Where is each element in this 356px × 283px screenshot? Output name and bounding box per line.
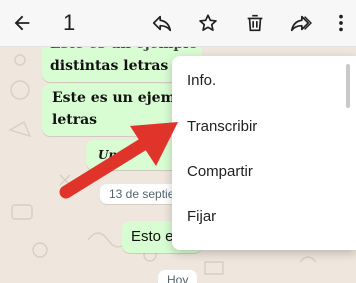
- overflow-menu: Info. Transcribir Compartir Fijar: [172, 56, 356, 250]
- more-vert-icon[interactable]: [327, 9, 355, 37]
- menu-item-transcribir[interactable]: Transcribir: [172, 104, 356, 148]
- message-text-line: letras: [52, 112, 98, 128]
- chat-screen: Este es un ejemplo distintas letras Este…: [0, 0, 356, 283]
- delete-icon[interactable]: [241, 9, 269, 37]
- menu-item-label: Compartir: [187, 162, 253, 180]
- menu-item-info[interactable]: Info.: [172, 58, 356, 102]
- reply-icon[interactable]: [148, 9, 176, 37]
- selection-toolbar: 1: [0, 0, 356, 47]
- message-text-line: distintas letras: [50, 58, 169, 74]
- menu-scrollbar[interactable]: [346, 64, 350, 108]
- back-arrow-icon[interactable]: [8, 9, 36, 37]
- date-divider: 13 de septie: [100, 184, 184, 204]
- selected-count: 1: [63, 10, 76, 35]
- menu-item-label: Transcribir: [187, 117, 258, 135]
- forward-icon[interactable]: [286, 9, 314, 37]
- date-divider: Hoy: [158, 270, 198, 283]
- menu-item-fijar[interactable]: Fijar: [172, 194, 356, 238]
- menu-item-label: Fijar: [187, 207, 217, 225]
- message-text: Esto e: [131, 228, 174, 245]
- star-icon[interactable]: [194, 9, 222, 37]
- menu-item-label: Info.: [187, 71, 217, 89]
- message-text-line: Un: [98, 148, 118, 162]
- menu-item-compartir[interactable]: Compartir: [172, 149, 356, 193]
